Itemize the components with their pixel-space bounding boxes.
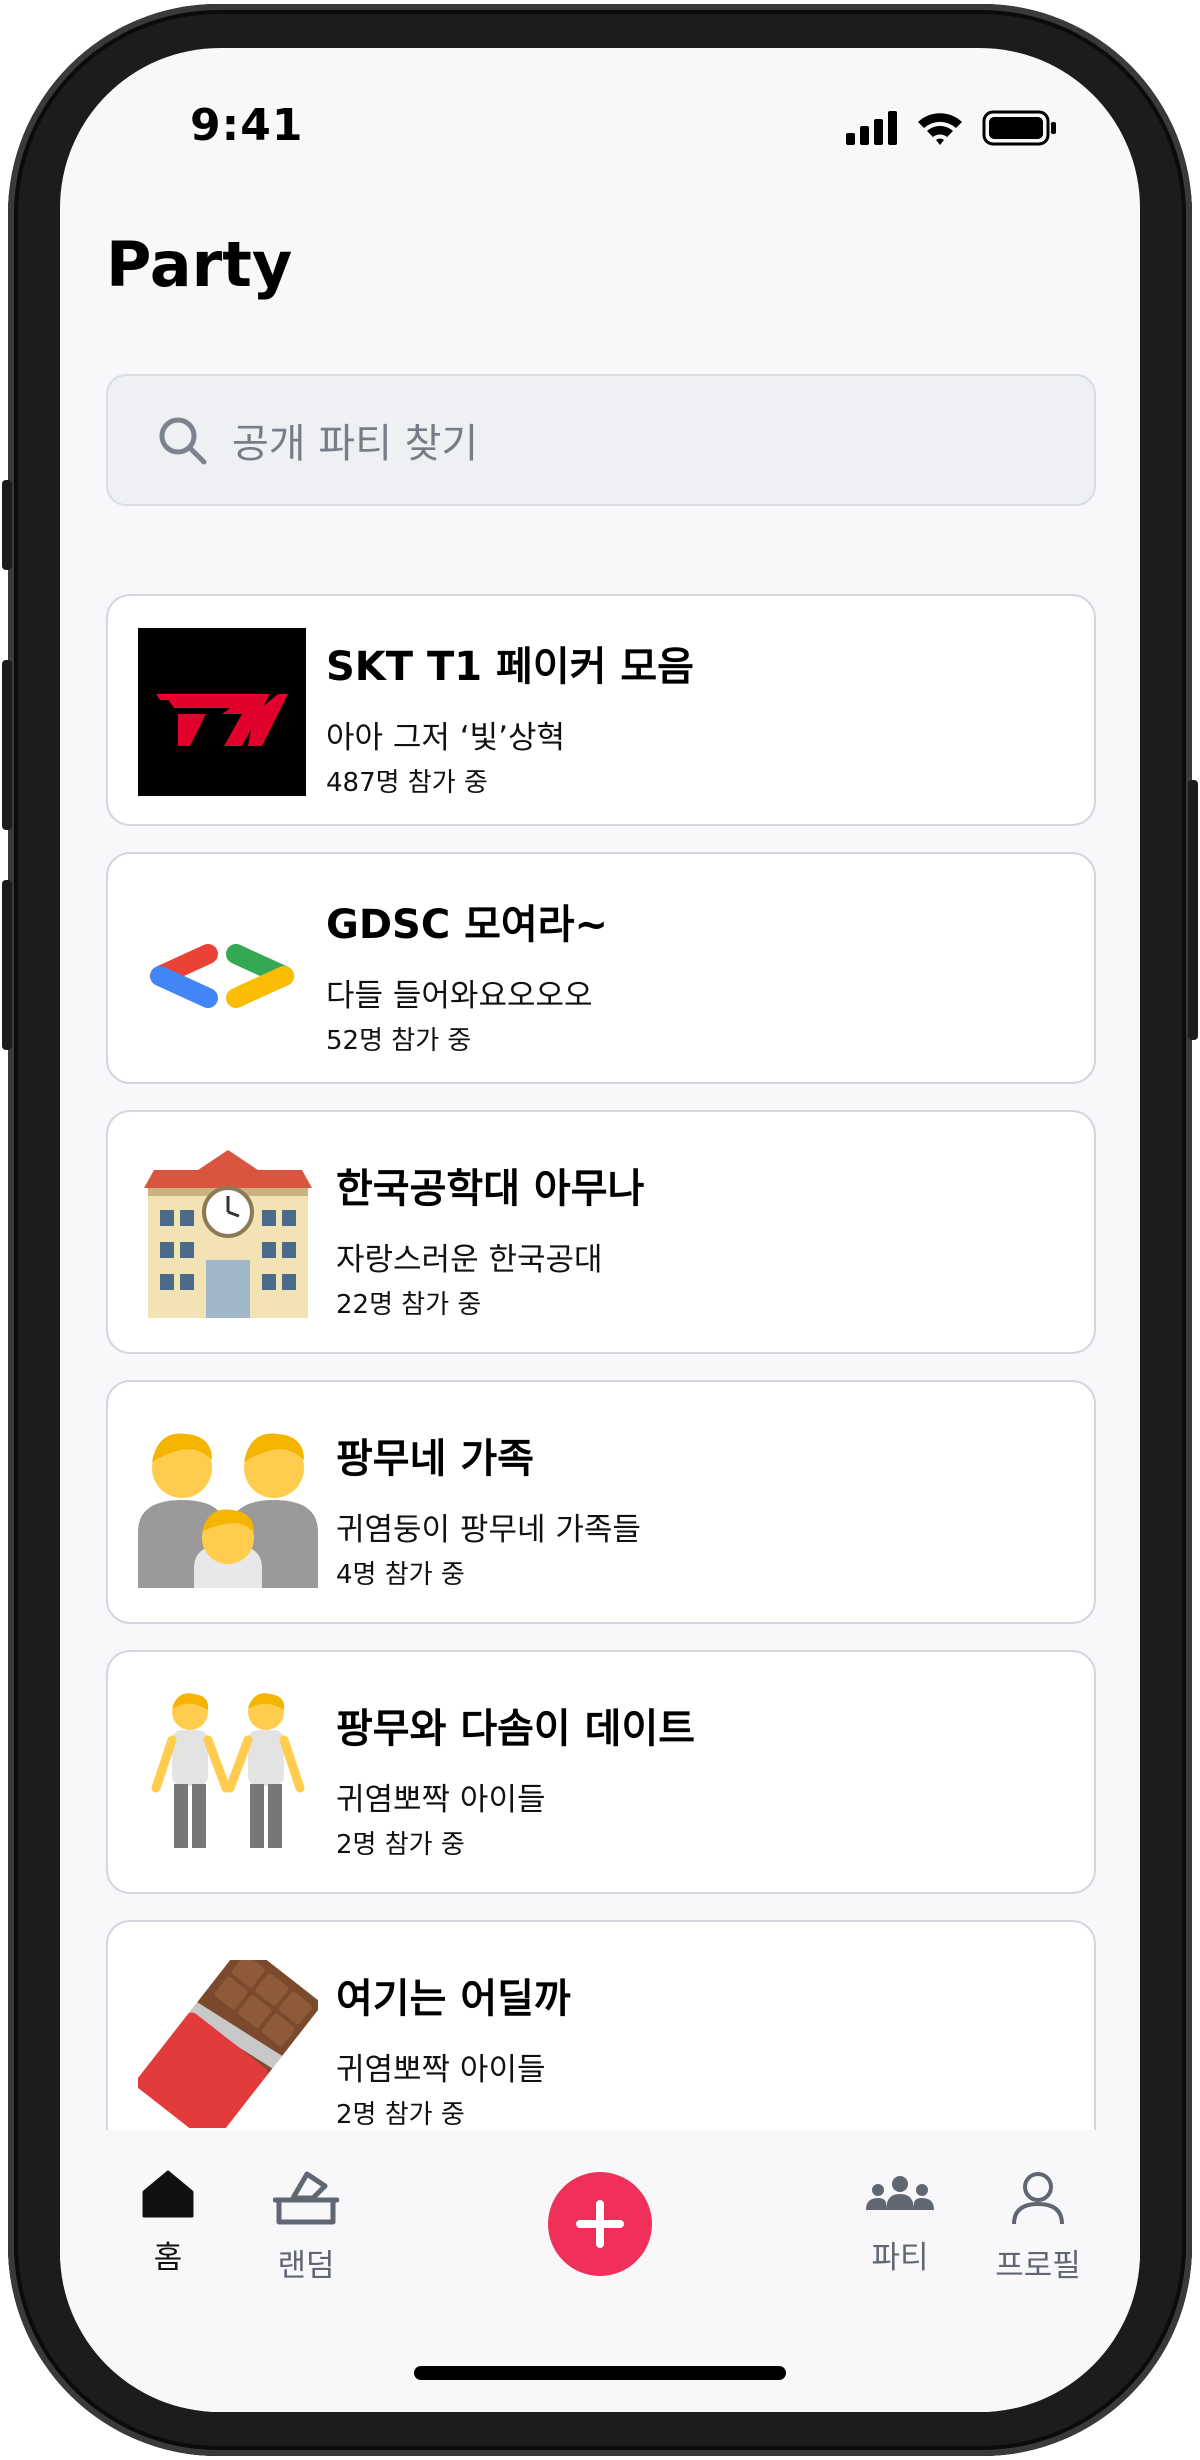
party-title: GDSC 모여라~ (326, 902, 609, 948)
party-title: SKT T1 페이커 모음 (326, 644, 694, 690)
tab-profile-label: 프로필 (995, 2248, 1081, 2284)
plus-icon (576, 2200, 624, 2248)
party-card[interactable]: GDSC 모여라~ 다들 들어와요오오오 52명 참가 중 (106, 852, 1096, 1084)
party-card[interactable]: 여기는 어딜까 귀염뽀짝 아이들 2명 참가 중 (106, 1920, 1096, 2164)
party-title: 한국공학대 아무나 (336, 1166, 645, 1212)
party-title: 팡무네 가족 (336, 1436, 534, 1482)
chocolate-bar-icon (138, 1960, 318, 2128)
search-icon (159, 417, 207, 465)
tab-random-label: 랜덤 (277, 2248, 335, 2284)
party-card[interactable]: 한국공학대 아무나 자랑스러운 한국공대 22명 참가 중 (106, 1110, 1096, 1354)
cellular-signal-icon (846, 111, 897, 145)
app-screen: 9:41 Party 공개 파티 찾기 SKT T1 페이커 모음 아아 그저 … (60, 48, 1140, 2412)
party-title: 팡무와 다솜이 데이트 (336, 1706, 696, 1752)
holding-hands-icon (138, 1690, 318, 1858)
power-button (1188, 780, 1198, 1040)
gdsc-logo-icon (138, 886, 306, 1054)
school-building-icon (138, 1150, 318, 1318)
ballot-box-icon (273, 2171, 339, 2225)
search-placeholder: 공개 파티 찾기 (232, 421, 479, 467)
party-description: 다들 들어와요오오오 (326, 978, 593, 1014)
tab-profile[interactable]: 프로필 (958, 2170, 1118, 2310)
tab-home-label: 홈 (153, 2240, 183, 2276)
party-description: 귀염뽀짝 아이들 (336, 1782, 546, 1818)
party-member-count: 4명 참가 중 (336, 1560, 465, 1590)
tab-random[interactable]: 랜덤 (226, 2170, 386, 2310)
add-party-button[interactable] (548, 2172, 652, 2276)
home-icon (142, 2170, 194, 2218)
battery-icon (982, 110, 1056, 146)
side-button (2, 480, 12, 570)
party-description: 아아 그저 ‘빛’상혁 (326, 720, 566, 756)
party-card[interactable]: 팡무와 다솜이 데이트 귀염뽀짝 아이들 2명 참가 중 (106, 1650, 1096, 1894)
tab-party[interactable]: 파티 (820, 2170, 980, 2310)
status-icons (846, 110, 1058, 146)
search-bar[interactable]: 공개 파티 찾기 (106, 374, 1096, 506)
status-time: 9:41 (190, 100, 304, 151)
volume-down-button (2, 880, 12, 1050)
page-title: Party (106, 228, 293, 301)
party-card[interactable]: 팡무네 가족 귀염둥이 팡무네 가족들 4명 참가 중 (106, 1380, 1096, 1624)
party-member-count: 2명 참가 중 (336, 2100, 465, 2130)
volume-up-button (2, 660, 12, 830)
tab-home[interactable]: 홈 (88, 2170, 248, 2310)
wifi-icon (918, 113, 962, 145)
profile-icon (1012, 2172, 1064, 2225)
status-bar: 9:41 (60, 48, 1140, 208)
home-indicator (414, 2366, 786, 2380)
party-member-count: 22명 참가 중 (336, 1290, 482, 1320)
tab-party-label: 파티 (871, 2240, 929, 2276)
party-description: 귀염뽀짝 아이들 (336, 2052, 546, 2088)
family-icon (138, 1420, 318, 1588)
party-member-count: 52명 참가 중 (326, 1026, 472, 1056)
party-title: 여기는 어딜까 (336, 1976, 571, 2022)
t1-logo-icon (138, 628, 306, 796)
party-card[interactable]: SKT T1 페이커 모음 아아 그저 ‘빛’상혁 487명 참가 중 (106, 594, 1096, 826)
party-description: 자랑스러운 한국공대 (336, 1242, 603, 1278)
party-description: 귀염둥이 팡무네 가족들 (336, 1512, 641, 1548)
party-member-count: 487명 참가 중 (326, 768, 488, 798)
party-member-count: 2명 참가 중 (336, 1830, 465, 1860)
party-list[interactable]: SKT T1 페이커 모음 아아 그저 ‘빛’상혁 487명 참가 중 GDSC… (106, 594, 1096, 2174)
group-icon (866, 2176, 934, 2210)
